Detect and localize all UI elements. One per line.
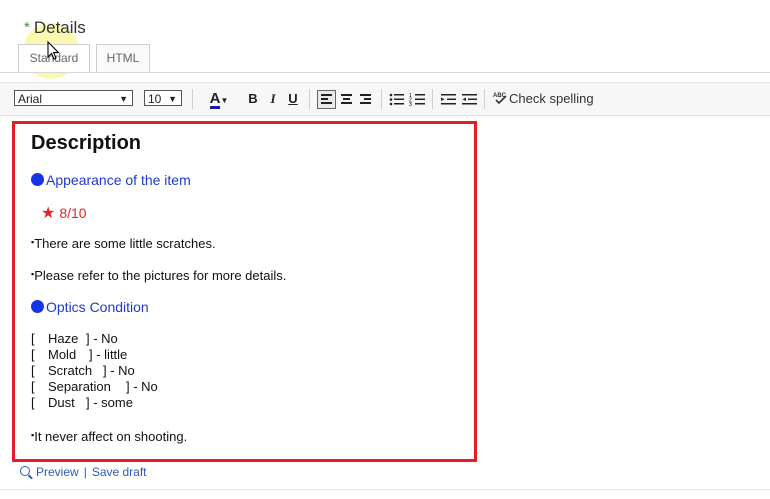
link-separator: | (83, 465, 87, 479)
font-size-value: 10 (148, 92, 162, 106)
mouse-pointer-icon (47, 41, 60, 60)
align-left-icon (321, 94, 332, 104)
toolbar-separator (432, 89, 433, 109)
star-icon: ★ (41, 205, 56, 222)
condition-value: little (104, 347, 128, 362)
condition-row: [Dust] - some (31, 395, 133, 410)
condition-name: Haze (48, 331, 79, 346)
bold-button[interactable]: B (246, 90, 260, 108)
magnifier-icon (20, 466, 30, 476)
blue-dot-icon (31, 173, 44, 186)
details-heading: * Details (24, 18, 86, 38)
appearance-heading-text: Appearance of the item (46, 172, 191, 188)
divider (0, 72, 770, 73)
align-right-icon[interactable] (357, 91, 374, 108)
condition-value: No (118, 363, 135, 378)
bullet-shooting: ▪It never affect on shooting. (31, 429, 187, 444)
toolbar-separator (484, 89, 485, 109)
details-title: Details (33, 18, 86, 37)
bullet-text: There are some little scratches. (34, 236, 216, 251)
outdent-icon[interactable] (440, 91, 458, 108)
bullet-text: It never affect on shooting. (34, 429, 188, 444)
editor-toolbar: Arial ▼ 10 ▼ A▼ B I U 1 2 3 ABC Check sp… (0, 82, 770, 116)
description-title: Description (31, 132, 142, 154)
divider (0, 489, 770, 490)
underline-button[interactable]: U (285, 90, 301, 108)
chevron-down-icon: ▼ (119, 94, 128, 104)
appearance-heading: Appearance of the item (31, 172, 191, 188)
chevron-down-icon: ▼ (168, 94, 177, 104)
tab-html[interactable]: HTML (96, 44, 150, 72)
optics-heading-text: Optics Condition (46, 299, 149, 315)
align-left-button[interactable] (317, 90, 336, 109)
condition-name: Dust (48, 395, 75, 410)
description-editor-area[interactable]: Description Appearance of the item ★ 8/10… (12, 121, 477, 462)
chevron-down-icon: ▼ (220, 96, 229, 105)
condition-value: No (101, 331, 118, 346)
required-mark: * (24, 19, 30, 36)
text-color-button[interactable]: A▼ (204, 90, 234, 109)
numbered-list-icon[interactable]: 1 2 3 (409, 91, 427, 108)
rating: ★ 8/10 (41, 203, 87, 223)
blue-dot-icon (31, 300, 44, 313)
spell-check-icon: ABC (493, 93, 507, 105)
check-spelling-button[interactable]: ABC Check spelling (493, 91, 594, 106)
editor-footer: Preview | Save draft (20, 465, 147, 479)
condition-name: Mold (48, 347, 77, 362)
check-spelling-label: Check spelling (509, 91, 594, 106)
bullet-pictures: ▪Please refer to the pictures for more d… (31, 268, 286, 283)
condition-value: some (101, 395, 133, 410)
toolbar-separator (309, 89, 310, 109)
condition-row: [Mold] - little (31, 347, 128, 362)
condition-row: [Scratch] - No (31, 363, 135, 378)
bullet-text: Please refer to the pictures for more de… (34, 268, 287, 283)
font-size-select[interactable]: 10 ▼ (144, 90, 182, 106)
italic-button[interactable]: I (266, 90, 280, 108)
toolbar-separator (381, 89, 382, 109)
condition-name: Scratch (48, 363, 93, 378)
text-color-icon: A (209, 90, 221, 109)
toolbar-separator (192, 89, 193, 109)
condition-value: No (141, 379, 158, 394)
rating-value: 8/10 (59, 205, 87, 221)
condition-row: [Haze] - No (31, 331, 118, 346)
preview-link[interactable]: Preview (36, 465, 79, 479)
indent-icon[interactable] (461, 91, 479, 108)
svg-text:3: 3 (409, 102, 412, 108)
bullet-scratches: ▪There are some little scratches. (31, 236, 216, 251)
bulleted-list-icon[interactable] (388, 91, 406, 108)
condition-name: Separation (48, 379, 111, 394)
condition-row: [Separation] - No (31, 379, 158, 394)
align-center-icon[interactable] (338, 91, 355, 108)
font-family-select[interactable]: Arial ▼ (14, 90, 133, 106)
save-draft-link[interactable]: Save draft (92, 465, 147, 479)
optics-heading: Optics Condition (31, 299, 149, 315)
font-family-value: Arial (18, 92, 43, 106)
